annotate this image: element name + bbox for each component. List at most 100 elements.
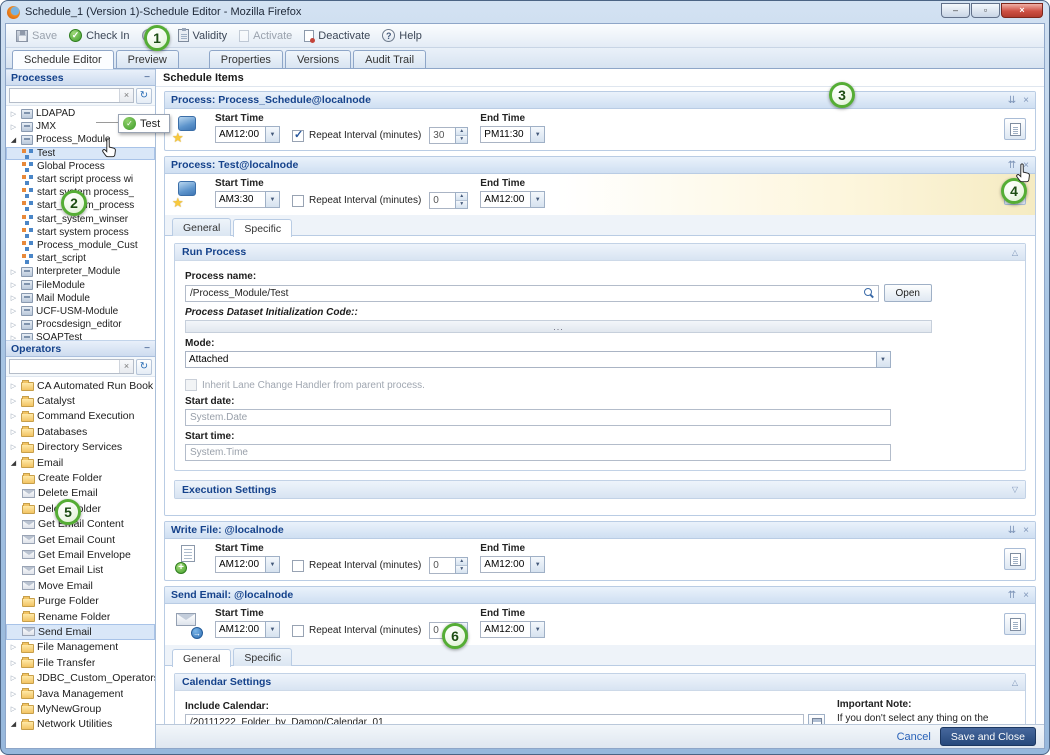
interval-spinner[interactable]: 0▲▼ bbox=[429, 557, 468, 574]
expand-icon[interactable]: ▷ bbox=[9, 307, 18, 315]
processes-collapse-icon[interactable]: − bbox=[144, 72, 150, 83]
expand-icon[interactable]: ▷ bbox=[9, 659, 18, 667]
tree-item[interactable]: ▷UCF-USM-Module bbox=[6, 305, 155, 318]
tab-specific[interactable]: Specific bbox=[233, 219, 292, 237]
expand-icon[interactable]: ▷ bbox=[9, 443, 18, 451]
item-report-button[interactable] bbox=[1004, 548, 1026, 570]
close-icon[interactable]: × bbox=[1023, 95, 1029, 106]
tab-properties[interactable]: Properties bbox=[209, 50, 283, 68]
spinner-up-icon[interactable]: ▲ bbox=[456, 558, 467, 565]
chevron-down-icon[interactable]: ▼ bbox=[530, 621, 545, 638]
tree-item[interactable]: Process_module_Cust bbox=[6, 239, 155, 252]
repeat-interval-checkbox[interactable] bbox=[292, 195, 304, 207]
tab-specific[interactable]: Specific bbox=[233, 648, 292, 666]
start-date-input[interactable]: System.Date bbox=[185, 409, 891, 426]
validity-button[interactable]: Validity bbox=[173, 27, 233, 44]
tree-item[interactable]: ▷CA Automated Run Book bbox=[6, 378, 155, 393]
tree-item[interactable]: start_script bbox=[6, 252, 155, 265]
tree-item[interactable]: Create Folder bbox=[6, 470, 155, 485]
tree-item[interactable]: ◢Network Utilities bbox=[6, 717, 155, 732]
tree-item[interactable]: Get Email Count bbox=[6, 532, 155, 547]
save-and-close-button[interactable]: Save and Close bbox=[940, 727, 1036, 746]
processes-search-input[interactable]: × bbox=[9, 88, 134, 103]
tree-item[interactable]: ▷MyNewGroup bbox=[6, 701, 155, 716]
end-time-select[interactable]: AM12:00▼ bbox=[480, 621, 545, 638]
tree-item[interactable]: ▷FileModule bbox=[6, 278, 155, 291]
tree-item[interactable]: ▷Directory Services bbox=[6, 440, 155, 455]
tree-item[interactable]: ◢Email bbox=[6, 455, 155, 470]
collapse-icon[interactable]: ⇈ bbox=[1008, 590, 1016, 601]
expand-icon[interactable]: ▷ bbox=[9, 123, 18, 131]
spinner-down-icon[interactable]: ▼ bbox=[456, 200, 467, 208]
minimize-button[interactable]: – bbox=[941, 3, 970, 18]
operators-header[interactable]: Operators− bbox=[6, 340, 155, 357]
deactivate-button[interactable]: Deactivate bbox=[299, 28, 375, 44]
end-time-select[interactable]: AM12:00▼ bbox=[480, 556, 545, 573]
chevron-down-icon[interactable]: ▼ bbox=[530, 556, 545, 573]
interval-spinner[interactable]: 0▲▼ bbox=[429, 192, 468, 209]
expand-icon[interactable]: ▷ bbox=[9, 397, 18, 405]
tree-item[interactable]: ▷File Transfer bbox=[6, 655, 155, 670]
calendar-picker-button[interactable] bbox=[808, 714, 825, 724]
start-time-select[interactable]: AM12:00▼ bbox=[215, 621, 280, 638]
spinner-up-icon[interactable]: ▲ bbox=[456, 193, 467, 200]
collapse-icon[interactable]: ⇊ bbox=[1008, 525, 1016, 536]
spinner-down-icon[interactable]: ▼ bbox=[456, 135, 467, 143]
chevron-down-icon[interactable]: ▼ bbox=[530, 191, 545, 208]
tree-item[interactable]: start_system_winser bbox=[6, 213, 155, 226]
open-button[interactable]: Open bbox=[884, 284, 932, 302]
expand-icon[interactable]: ▷ bbox=[9, 412, 18, 420]
start-time-select[interactable]: AM12:00▼ bbox=[215, 126, 280, 143]
tree-item[interactable]: ▷Procsdesign_editor bbox=[6, 318, 155, 331]
operators-search-input[interactable]: × bbox=[9, 359, 134, 374]
tree-item[interactable]: ◢Process_Module bbox=[6, 133, 155, 146]
tree-item[interactable]: Get Email List bbox=[6, 563, 155, 578]
expand-icon[interactable]: ▷ bbox=[9, 294, 18, 302]
tree-item[interactable]: Delete Email bbox=[6, 486, 155, 501]
start-time-select[interactable]: AM3:30▼ bbox=[215, 191, 280, 208]
chevron-down-icon[interactable]: ▼ bbox=[265, 556, 280, 573]
panel-header[interactable]: Send Email: @localnode⇈× bbox=[165, 587, 1035, 604]
calendar-settings-header[interactable]: Calendar Settings△ bbox=[175, 674, 1025, 691]
item-report-button[interactable] bbox=[1004, 613, 1026, 635]
tree-item[interactable]: Purge Folder bbox=[6, 593, 155, 608]
end-time-select[interactable]: AM12:00▼ bbox=[480, 191, 545, 208]
expand-icon[interactable]: ▷ bbox=[9, 268, 18, 276]
interval-spinner[interactable]: 30▲▼ bbox=[429, 127, 468, 144]
close-button[interactable]: × bbox=[1001, 3, 1043, 18]
save-button[interactable]: Save bbox=[11, 28, 62, 44]
tree-item[interactable]: Global Process bbox=[6, 160, 155, 173]
repeat-interval-checkbox[interactable] bbox=[292, 625, 304, 637]
expand-icon[interactable]: ▷ bbox=[9, 382, 18, 390]
tree-item-selected[interactable]: Send Email bbox=[6, 624, 155, 639]
tree-item[interactable]: ▷Interpreter_Module bbox=[6, 265, 155, 278]
tab-general[interactable]: General bbox=[172, 649, 231, 667]
expand-icon[interactable]: ▷ bbox=[9, 643, 18, 651]
refresh-icon[interactable]: ↻ bbox=[136, 359, 152, 375]
tree-item[interactable]: ▷SOAPTest bbox=[6, 331, 155, 340]
tree-item[interactable]: ▷File Management bbox=[6, 640, 155, 655]
expand-icon[interactable]: ▷ bbox=[9, 428, 18, 436]
tab-versions[interactable]: Versions bbox=[285, 50, 351, 68]
end-time-select[interactable]: PM11:30▼ bbox=[480, 126, 545, 143]
panel-header[interactable]: Write File: @localnode⇊× bbox=[165, 522, 1035, 539]
refresh-icon[interactable]: ↻ bbox=[136, 88, 152, 104]
help-button[interactable]: ?Help bbox=[377, 27, 427, 44]
maximize-button[interactable]: ▫ bbox=[971, 3, 1000, 18]
chevron-down-icon[interactable]: ▼ bbox=[265, 621, 280, 638]
tab-schedule-editor[interactable]: Schedule Editor bbox=[12, 50, 114, 69]
tree-item[interactable]: start script process wi bbox=[6, 173, 155, 186]
processes-header[interactable]: Processes− bbox=[6, 69, 155, 86]
expand-icon[interactable]: ▷ bbox=[9, 321, 18, 329]
expand-section-icon[interactable]: ▽ bbox=[1012, 485, 1018, 494]
tab-preview[interactable]: Preview bbox=[116, 50, 179, 68]
dataset-init-button[interactable]: ... bbox=[185, 320, 932, 333]
execution-settings-header[interactable]: Execution Settings▽ bbox=[175, 481, 1025, 498]
process-name-input[interactable]: /Process_Module/Test bbox=[185, 285, 879, 302]
expand-icon[interactable]: ▷ bbox=[9, 110, 18, 118]
tree-item[interactable]: ▷JDBC_Custom_Operators bbox=[6, 670, 155, 685]
close-icon[interactable]: × bbox=[1023, 590, 1029, 601]
tree-item[interactable]: Get Email Envelope bbox=[6, 547, 155, 562]
collapse-tree-icon[interactable]: ◢ bbox=[9, 136, 18, 144]
expand-icon[interactable]: ▷ bbox=[9, 281, 18, 289]
